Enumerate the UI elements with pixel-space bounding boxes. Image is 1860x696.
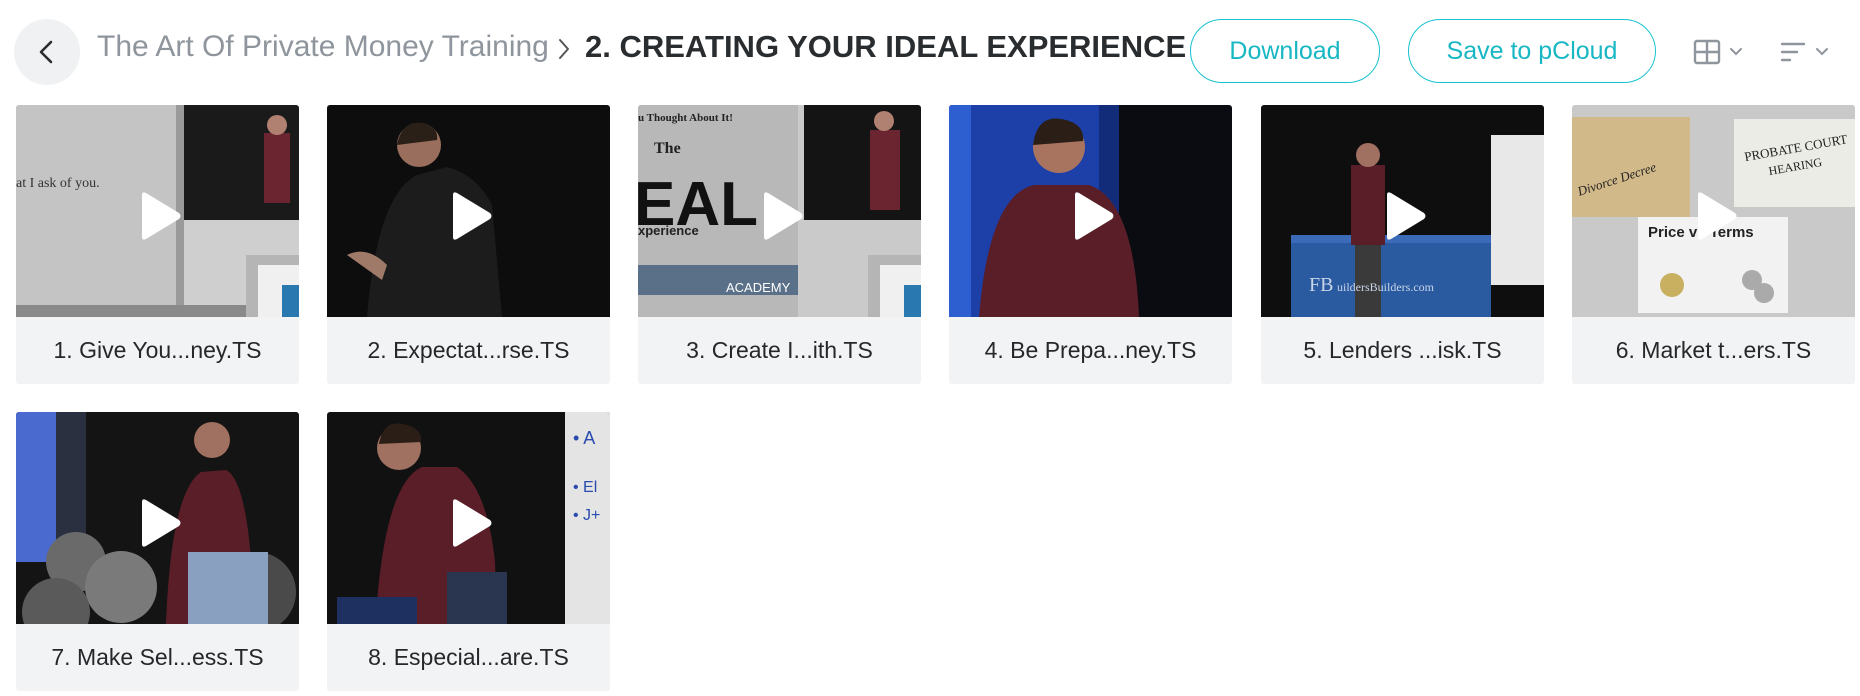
file-name: 3. Create I...ith.TS bbox=[686, 337, 873, 363]
thumbnail-text: u Thought About It! bbox=[638, 112, 733, 124]
file-card[interactable]: 4. Be Prepa...ney.TS bbox=[949, 105, 1232, 384]
file-name: 2. Expectat...rse.TS bbox=[367, 337, 570, 363]
breadcrumb-parent-link[interactable]: The Art Of Private Money Training bbox=[97, 30, 549, 64]
chevron-down-icon bbox=[1730, 48, 1742, 56]
play-icon bbox=[453, 192, 492, 240]
file-name: 5. Lenders ...isk.TS bbox=[1303, 337, 1502, 363]
file-card[interactable]: 7. Make Sel...ess.TS bbox=[16, 412, 299, 691]
file-name: 7. Make Sel...ess.TS bbox=[51, 644, 264, 670]
thumbnail-text: The bbox=[654, 140, 681, 157]
play-icon bbox=[142, 499, 181, 547]
page-title: 2. CREATING YOUR IDEAL EXPERIENCE bbox=[585, 29, 1187, 64]
play-icon bbox=[1075, 192, 1114, 240]
thumbnail-text: at I ask of you. bbox=[16, 176, 100, 191]
save-to-pcloud-button[interactable]: Save to pCloud bbox=[1408, 19, 1656, 83]
thumbnail-text: ACADEMY bbox=[726, 280, 791, 295]
sort-toggle[interactable] bbox=[1779, 36, 1829, 68]
play-icon bbox=[453, 499, 492, 547]
top-bar: The Art Of Private Money Training 2. CRE… bbox=[0, 0, 1860, 104]
video-thumbnail: • A • El • J+ bbox=[327, 412, 610, 624]
view-mode-toggle[interactable] bbox=[1693, 36, 1743, 68]
chevron-down-icon bbox=[1816, 48, 1828, 56]
video-thumbnail bbox=[949, 105, 1232, 317]
play-icon bbox=[1698, 192, 1737, 240]
back-button[interactable] bbox=[14, 19, 80, 85]
file-name: 8. Especial...are.TS bbox=[368, 644, 569, 670]
sort-lines-icon bbox=[1780, 42, 1806, 62]
play-icon bbox=[142, 192, 181, 240]
file-card[interactable]: • A • El • J+ 8. Especial...are.TS bbox=[327, 412, 610, 691]
play-icon bbox=[764, 192, 803, 240]
chevron-left-icon bbox=[39, 40, 53, 64]
file-name: 1. Give You...ney.TS bbox=[53, 337, 262, 363]
file-name: 4. Be Prepa...ney.TS bbox=[984, 337, 1197, 363]
video-thumbnail: Divorce Decree PROBATE COURT HEARING Pri… bbox=[1572, 105, 1855, 317]
file-card[interactable]: at I ask of you. 1. Give You...ney.TS bbox=[16, 105, 299, 384]
file-card[interactable]: Divorce Decree PROBATE COURT HEARING Pri… bbox=[1572, 105, 1855, 384]
thumbnail-text: FB bbox=[1309, 274, 1333, 296]
chevron-right-icon bbox=[559, 39, 569, 59]
video-thumbnail: at I ask of you. bbox=[16, 105, 299, 317]
file-card[interactable]: u Thought About It! The EAL xperience AC… bbox=[638, 105, 921, 384]
thumbnail-text: uildersBuilders.com bbox=[1337, 280, 1435, 294]
video-thumbnail bbox=[327, 105, 610, 317]
download-button[interactable]: Download bbox=[1190, 19, 1380, 83]
thumbnail-text: • El bbox=[573, 479, 597, 496]
video-thumbnail: FB uildersBuilders.com bbox=[1261, 105, 1544, 317]
play-icon bbox=[1387, 192, 1426, 240]
video-thumbnail: u Thought About It! The EAL xperience AC… bbox=[638, 105, 921, 317]
grid-view-icon bbox=[1693, 39, 1721, 65]
thumbnail-text: xperience bbox=[638, 223, 699, 238]
thumbnail-text: • J+ bbox=[573, 507, 600, 524]
thumbnail-text: • A bbox=[573, 428, 595, 448]
file-card[interactable]: 2. Expectat...rse.TS bbox=[327, 105, 610, 384]
video-thumbnail bbox=[16, 412, 299, 624]
file-name: 6. Market t...ers.TS bbox=[1615, 337, 1812, 363]
file-card[interactable]: FB uildersBuilders.com 5. Lenders ...isk… bbox=[1261, 105, 1544, 384]
